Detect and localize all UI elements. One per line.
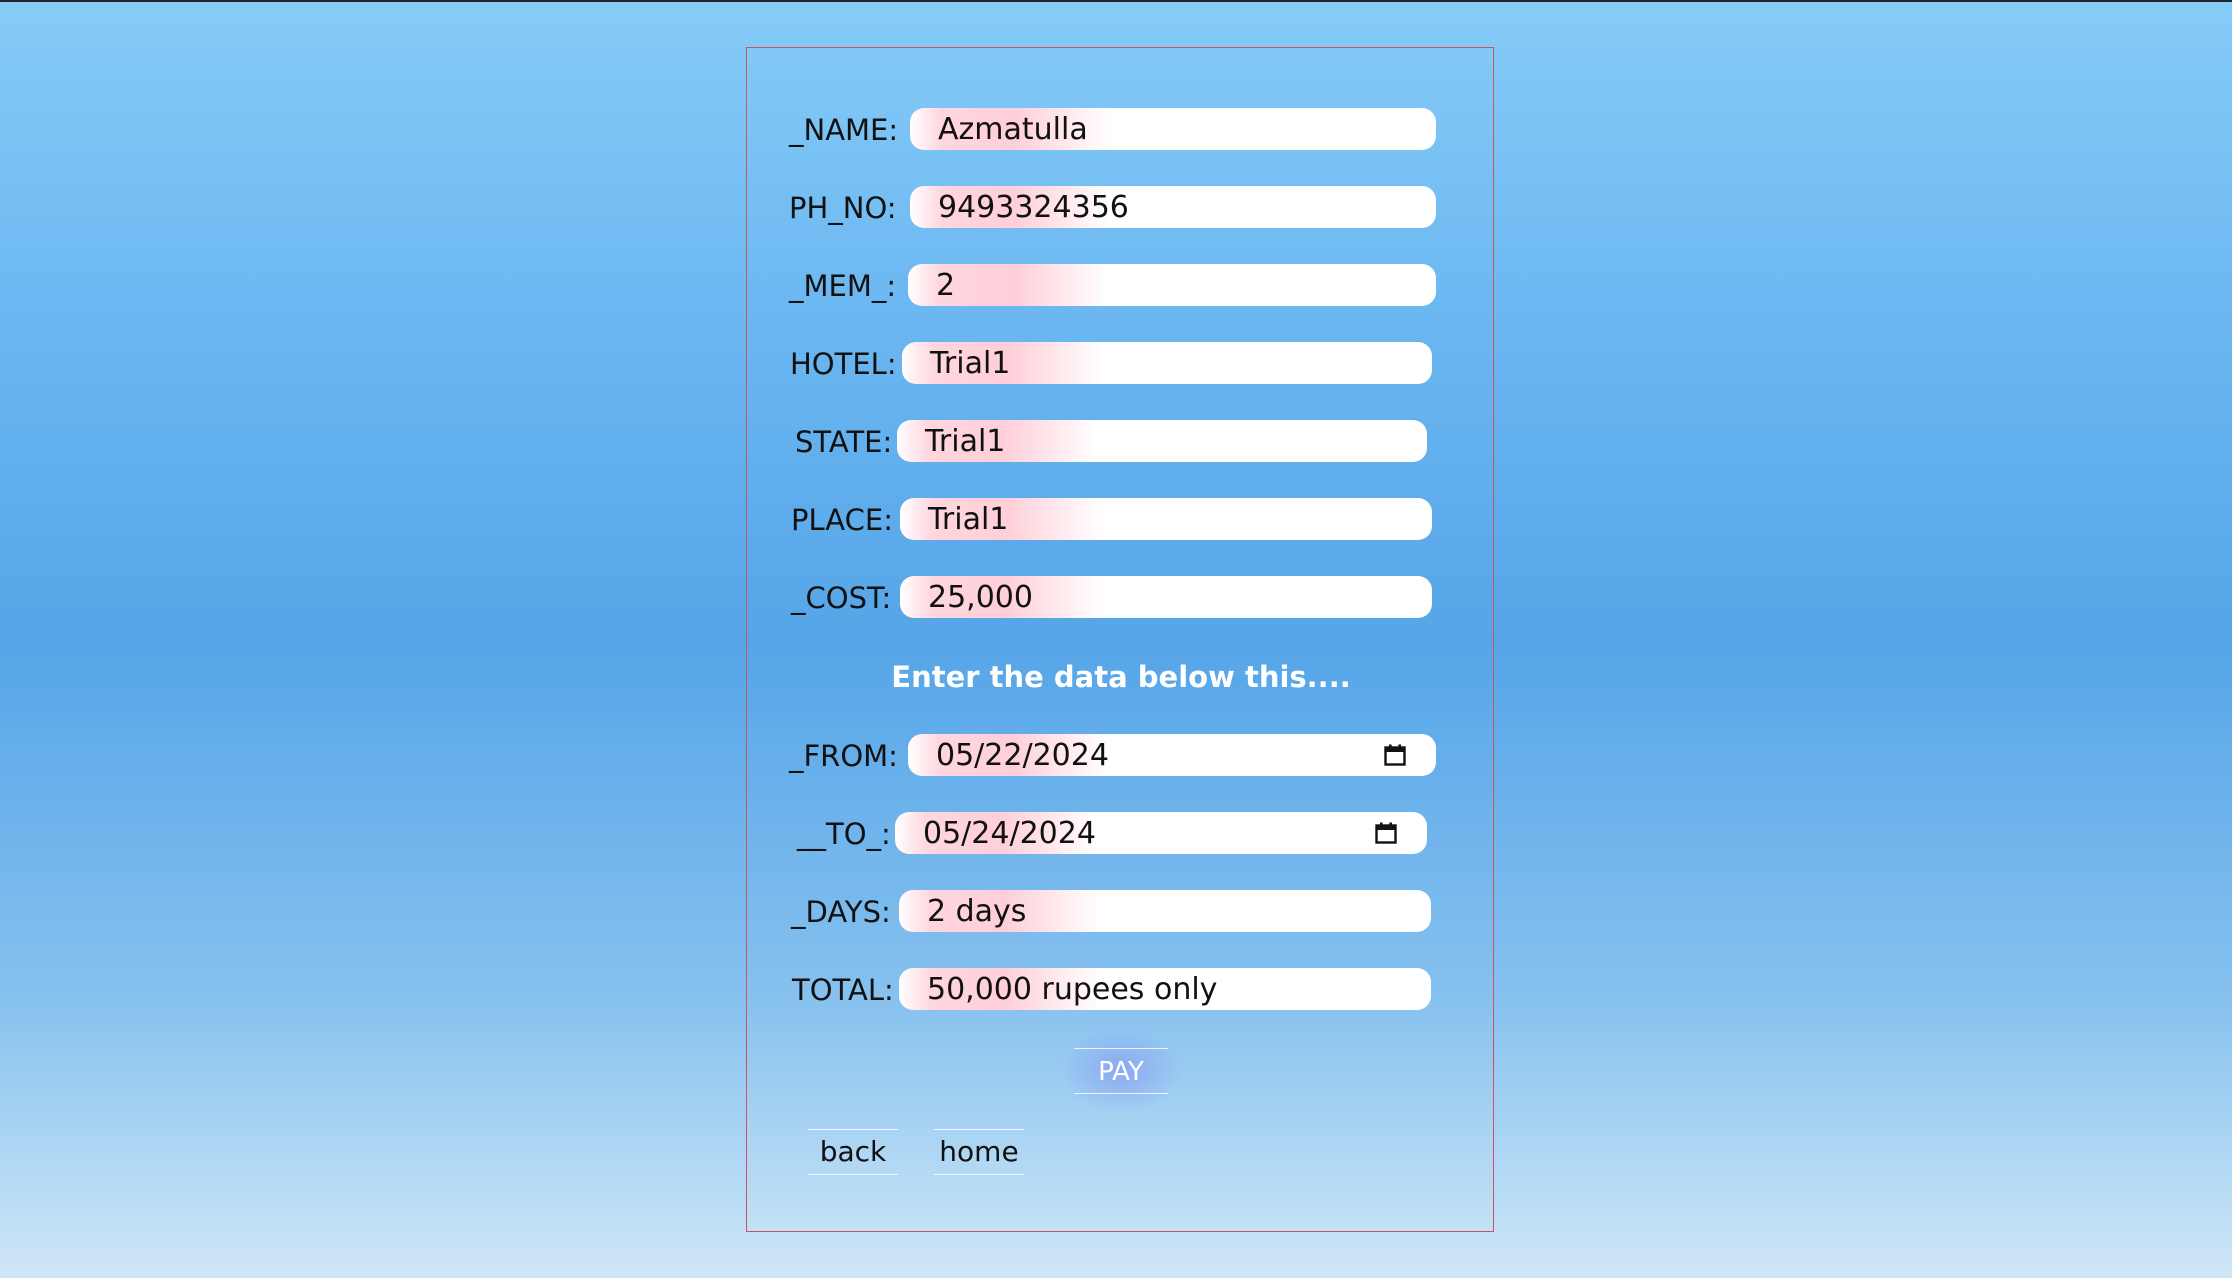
state-input[interactable]: Trial1	[897, 420, 1427, 462]
days-value: 2 days	[927, 893, 1027, 929]
total-value: 50,000 rupees only	[927, 971, 1218, 1007]
hotel-input[interactable]: Trial1	[902, 342, 1432, 384]
members-value: 2	[936, 267, 956, 303]
to-date-label: __TO_:	[797, 817, 891, 851]
name-input[interactable]: Azmatulla	[910, 108, 1436, 150]
phone-value: 9493324356	[938, 189, 1129, 225]
total-label: TOTAL:	[792, 973, 894, 1007]
pay-button-wrapper: PAY	[1060, 1028, 1182, 1114]
enter-data-note: Enter the data below this....	[891, 660, 1351, 694]
from-date-label: _FROM:	[789, 739, 898, 773]
to-date-input[interactable]: 05/24/2024	[895, 812, 1427, 854]
name-label: _NAME:	[789, 113, 899, 147]
pay-button[interactable]: PAY	[1074, 1048, 1168, 1094]
members-label: _MEM_:	[789, 269, 897, 303]
name-value: Azmatulla	[938, 111, 1088, 147]
hotel-label: HOTEL:	[790, 347, 897, 381]
days-input[interactable]: 2 days	[899, 890, 1431, 932]
cost-value: 25,000	[928, 579, 1033, 615]
calendar-icon[interactable]	[1375, 822, 1397, 844]
days-label: _DAYS:	[791, 895, 891, 929]
cost-label: _COST:	[791, 581, 892, 615]
phone-label: PH_NO:	[789, 191, 897, 225]
calendar-icon[interactable]	[1384, 744, 1406, 766]
back-button[interactable]: back	[808, 1129, 898, 1175]
top-border-line	[0, 0, 2232, 2]
place-value: Trial1	[928, 501, 1009, 537]
cost-input[interactable]: 25,000	[900, 576, 1432, 618]
state-label: STATE:	[795, 425, 893, 459]
booking-form-card: _NAME: Azmatulla PH_NO: 9493324356 _MEM_…	[746, 47, 1494, 1232]
members-input[interactable]: 2	[908, 264, 1436, 306]
place-label: PLACE:	[791, 503, 893, 537]
to-date-value: 05/24/2024	[923, 815, 1096, 851]
state-value: Trial1	[925, 423, 1006, 459]
from-date-input[interactable]: 05/22/2024	[908, 734, 1436, 776]
hotel-value: Trial1	[930, 345, 1011, 381]
home-button[interactable]: home	[934, 1129, 1024, 1175]
total-input[interactable]: 50,000 rupees only	[899, 968, 1431, 1010]
from-date-value: 05/22/2024	[936, 737, 1109, 773]
place-input[interactable]: Trial1	[900, 498, 1432, 540]
phone-input[interactable]: 9493324356	[910, 186, 1436, 228]
